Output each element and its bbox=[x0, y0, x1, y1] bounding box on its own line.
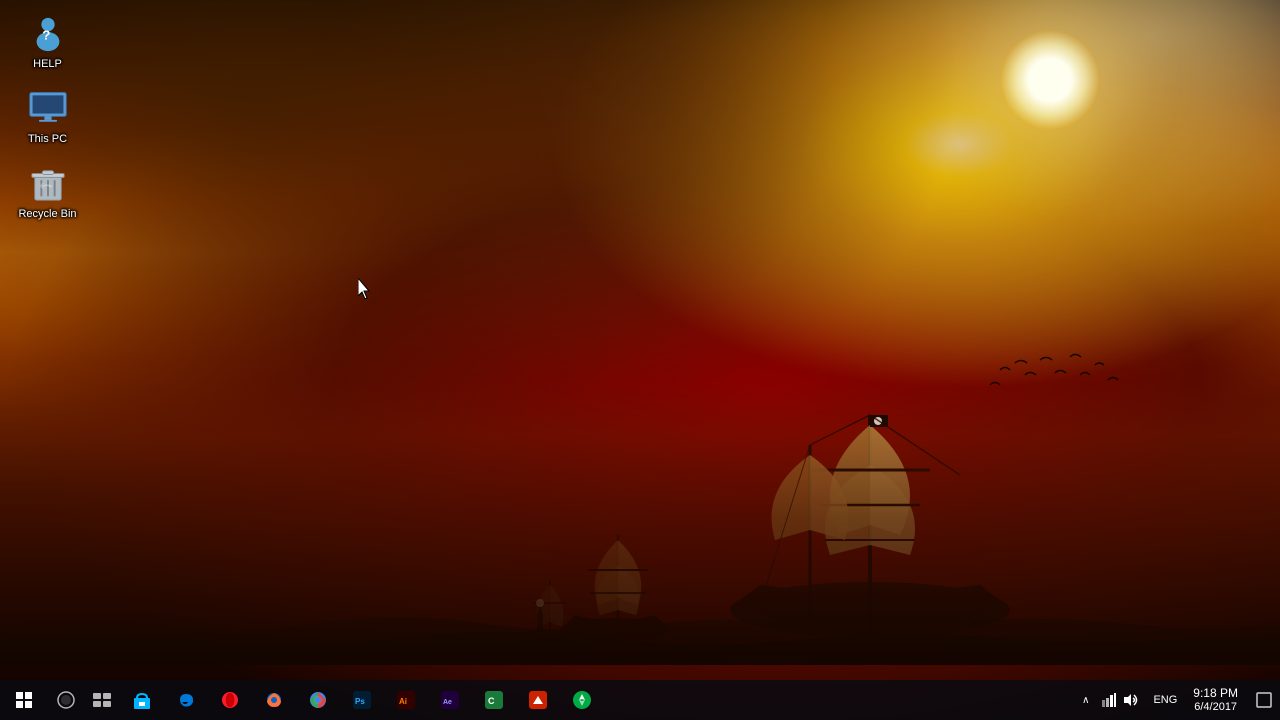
aftereffects-icon: Ae bbox=[440, 690, 460, 710]
desktop-icon-this-pc[interactable]: This PC bbox=[10, 85, 85, 150]
taskbar-app-10[interactable] bbox=[516, 680, 560, 720]
svg-text:Ai: Ai bbox=[399, 697, 407, 706]
notifications-icon bbox=[1256, 692, 1272, 708]
taskbar-app-photoshop[interactable]: Ps bbox=[340, 680, 384, 720]
recycle-bin-icon bbox=[28, 164, 68, 204]
task-view-icon bbox=[93, 693, 111, 707]
app10-icon bbox=[528, 690, 548, 710]
edge-icon bbox=[176, 690, 196, 710]
system-tray: ∧ bbox=[1078, 680, 1280, 720]
app9-icon: C bbox=[484, 690, 504, 710]
language-label: ENG bbox=[1153, 694, 1177, 706]
desktop-icon-help[interactable]: ? HELP bbox=[10, 10, 85, 75]
help-icon: ? bbox=[28, 14, 68, 54]
taskbar-app-opera[interactable] bbox=[208, 680, 252, 720]
taskbar-app-edge[interactable] bbox=[164, 680, 208, 720]
tray-volume-icon[interactable] bbox=[1121, 680, 1141, 720]
illustrator-icon: Ai bbox=[396, 690, 416, 710]
this-pc-icon bbox=[28, 89, 68, 129]
this-pc-icon-label: This PC bbox=[28, 133, 67, 146]
svg-text:C: C bbox=[488, 696, 495, 706]
desktop-icons-area: ? HELP This PC bbox=[10, 10, 85, 226]
opera-icon bbox=[220, 690, 240, 710]
language-button[interactable]: ENG bbox=[1147, 680, 1183, 720]
taskbar-app-11[interactable] bbox=[560, 680, 604, 720]
start-button[interactable] bbox=[0, 680, 48, 720]
taskbar-app-firefox[interactable] bbox=[252, 680, 296, 720]
moon-decoration bbox=[1000, 30, 1100, 130]
recycle-bin-icon-label: Recycle Bin bbox=[18, 208, 76, 221]
desktop-icon-recycle-bin[interactable]: Recycle Bin bbox=[10, 160, 85, 225]
taskbar: Ps Ai Ae C bbox=[0, 680, 1280, 720]
clock-date: 6/4/2017 bbox=[1194, 701, 1237, 714]
ships-decoration bbox=[0, 315, 1280, 665]
store-icon bbox=[132, 690, 152, 710]
taskbar-app-illustrator[interactable]: Ai bbox=[384, 680, 428, 720]
tray-network-icon[interactable] bbox=[1099, 680, 1119, 720]
desktop[interactable]: ? HELP This PC bbox=[0, 0, 1280, 720]
search-circle-icon bbox=[57, 691, 75, 709]
svg-text:Ps: Ps bbox=[355, 697, 365, 706]
show-hidden-tray-label: ∧ bbox=[1082, 695, 1089, 706]
firefox-icon bbox=[264, 690, 284, 710]
tray-icons-area bbox=[1093, 680, 1147, 720]
task-view-button[interactable] bbox=[84, 680, 120, 720]
chrome-icon bbox=[308, 690, 328, 710]
clock-area[interactable]: 9:18 PM 6/4/2017 bbox=[1183, 680, 1248, 720]
mouse-cursor bbox=[358, 278, 370, 298]
show-hidden-tray-button[interactable]: ∧ bbox=[1078, 680, 1093, 720]
help-icon-label: HELP bbox=[33, 58, 62, 71]
app11-icon bbox=[572, 690, 592, 710]
cortana-search-button[interactable] bbox=[48, 680, 84, 720]
clock-time: 9:18 PM bbox=[1193, 686, 1238, 700]
taskbar-app-9[interactable]: C bbox=[472, 680, 516, 720]
taskbar-app-chrome[interactable] bbox=[296, 680, 340, 720]
taskbar-app-aftereffects[interactable]: Ae bbox=[428, 680, 472, 720]
photoshop-icon: Ps bbox=[352, 690, 372, 710]
svg-text:?: ? bbox=[42, 28, 50, 43]
notifications-button[interactable] bbox=[1248, 680, 1280, 720]
windows-logo-icon bbox=[16, 692, 32, 708]
svg-text:Ae: Ae bbox=[443, 699, 452, 706]
taskbar-app-store[interactable] bbox=[120, 680, 164, 720]
